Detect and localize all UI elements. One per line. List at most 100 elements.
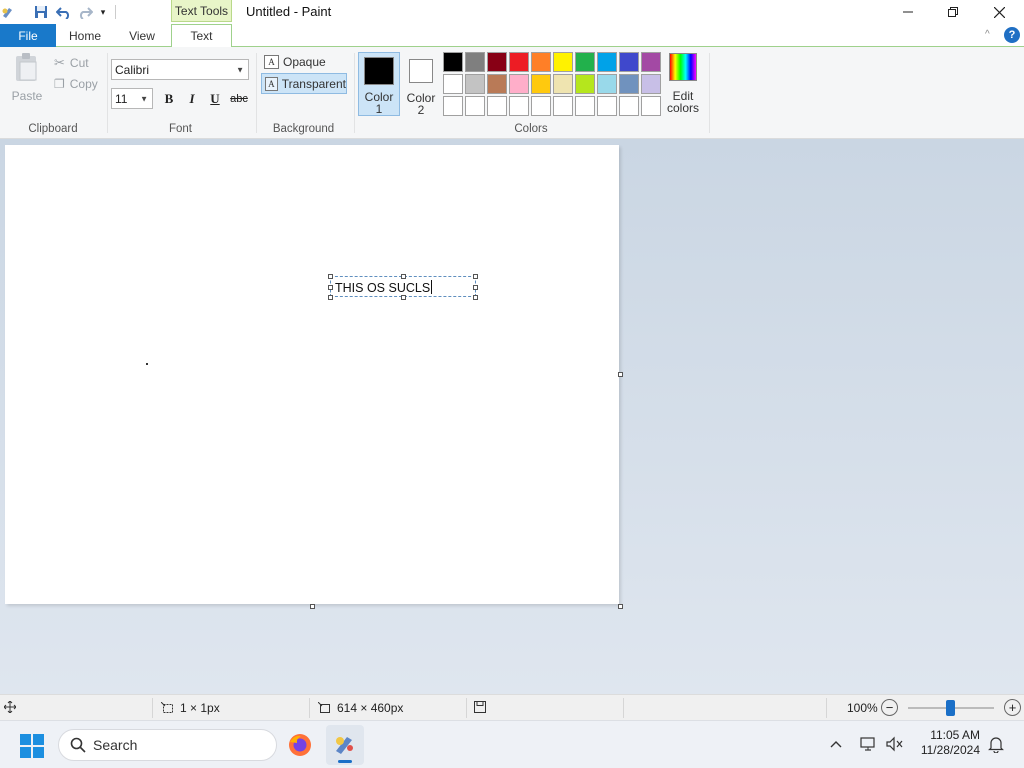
- start-button[interactable]: [20, 734, 44, 758]
- network-icon[interactable]: [860, 736, 878, 755]
- palette-swatch[interactable]: [465, 74, 485, 94]
- system-clock[interactable]: 11:05 AM 11/28/2024: [921, 728, 980, 758]
- color2-label: Color 2: [406, 91, 436, 117]
- font-size-dropdown[interactable]: 11 ▼: [111, 88, 153, 109]
- selection-size-icon: [161, 702, 173, 713]
- edit-colors-label: Edit colors: [666, 89, 699, 115]
- resize-handle[interactable]: [328, 285, 333, 290]
- palette-swatch[interactable]: [575, 96, 595, 116]
- strikethrough-button[interactable]: abc: [228, 90, 250, 108]
- color-spectrum-icon: [669, 53, 697, 81]
- paint-taskbar-button[interactable]: [326, 725, 364, 765]
- palette-swatch[interactable]: [641, 96, 661, 116]
- palette-swatch[interactable]: [597, 52, 617, 72]
- show-hidden-icons-chevron-icon[interactable]: [830, 737, 842, 751]
- minimize-ribbon-icon[interactable]: ^: [985, 29, 990, 40]
- zoom-slider-thumb[interactable]: [946, 700, 955, 716]
- color-palette: [442, 51, 662, 117]
- palette-swatch[interactable]: [619, 96, 639, 116]
- firefox-icon[interactable]: [288, 733, 312, 757]
- zoom-out-button[interactable]: −: [881, 699, 898, 716]
- canvas-resize-handle-corner[interactable]: [618, 604, 623, 609]
- paint-app-icon[interactable]: [0, 3, 16, 21]
- resize-handle[interactable]: [473, 285, 478, 290]
- save-icon[interactable]: [32, 3, 50, 21]
- resize-handle[interactable]: [401, 274, 406, 279]
- palette-swatch[interactable]: [443, 74, 463, 94]
- palette-swatch[interactable]: [641, 74, 661, 94]
- copy-button[interactable]: ❐ Copy: [54, 77, 98, 91]
- palette-swatch[interactable]: [465, 52, 485, 72]
- text-tools-context-label: Text Tools: [171, 0, 232, 22]
- text-entry-box[interactable]: THIS OS SUCLS: [328, 274, 478, 300]
- canvas-resize-handle-bottom[interactable]: [310, 604, 315, 609]
- font-family-value: Calibri: [115, 62, 150, 77]
- volume-muted-icon[interactable]: [886, 736, 904, 755]
- resize-handle[interactable]: [473, 295, 478, 300]
- palette-swatch[interactable]: [509, 96, 529, 116]
- tab-file[interactable]: File: [0, 24, 56, 47]
- file-size-icon: [474, 701, 486, 713]
- palette-swatch[interactable]: [597, 96, 617, 116]
- palette-swatch[interactable]: [597, 74, 617, 94]
- underline-button[interactable]: U: [205, 90, 225, 108]
- copy-label: Copy: [69, 77, 98, 91]
- edit-colors-button[interactable]: Edit colors: [666, 53, 700, 114]
- opaque-label: Opaque: [283, 54, 326, 69]
- resize-handle[interactable]: [328, 295, 333, 300]
- palette-swatch[interactable]: [509, 74, 529, 94]
- close-button[interactable]: [976, 0, 1022, 24]
- palette-swatch[interactable]: [553, 96, 573, 116]
- font-size-value: 11: [115, 91, 128, 106]
- palette-swatch[interactable]: [575, 52, 595, 72]
- paste-icon: [16, 53, 37, 81]
- maximize-button[interactable]: [930, 0, 976, 24]
- palette-swatch[interactable]: [531, 74, 551, 94]
- palette-swatch[interactable]: [553, 74, 573, 94]
- cut-button[interactable]: ✂ Cut: [54, 55, 89, 71]
- taskbar-search[interactable]: Search: [58, 729, 277, 761]
- transparent-icon: A: [265, 76, 278, 91]
- color1-button[interactable]: Color 1: [358, 52, 400, 116]
- drawing-canvas[interactable]: THIS OS SUCLS: [5, 145, 619, 604]
- palette-swatch[interactable]: [641, 52, 661, 72]
- palette-swatch[interactable]: [575, 74, 595, 94]
- resize-handle[interactable]: [473, 274, 478, 279]
- transparent-button[interactable]: A Transparent: [261, 73, 347, 94]
- palette-swatch[interactable]: [487, 52, 507, 72]
- palette-swatch[interactable]: [619, 52, 639, 72]
- palette-swatch[interactable]: [465, 96, 485, 116]
- palette-swatch[interactable]: [487, 74, 507, 94]
- redo-icon[interactable]: [76, 3, 94, 21]
- palette-swatch[interactable]: [531, 52, 551, 72]
- status-bar: 1 × 1px 614 × 460px 100% − +: [0, 694, 1024, 720]
- color2-button[interactable]: Color 2: [400, 52, 442, 116]
- resize-handle[interactable]: [328, 274, 333, 279]
- palette-swatch[interactable]: [443, 52, 463, 72]
- tab-home[interactable]: Home: [56, 24, 114, 47]
- paint-icon: [336, 737, 353, 754]
- font-family-dropdown[interactable]: Calibri ▼: [111, 59, 249, 80]
- zoom-in-button[interactable]: +: [1004, 699, 1021, 716]
- paste-button[interactable]: Paste: [10, 53, 44, 103]
- resize-handle[interactable]: [401, 295, 406, 300]
- palette-swatch[interactable]: [487, 96, 507, 116]
- palette-swatch[interactable]: [509, 52, 529, 72]
- canvas-workspace: THIS OS SUCLS: [0, 139, 1024, 694]
- italic-button[interactable]: I: [182, 90, 202, 108]
- customize-quick-access-icon[interactable]: ▾: [97, 3, 109, 21]
- opaque-button[interactable]: A Opaque: [261, 51, 347, 72]
- notification-bell-icon[interactable]: [988, 736, 1004, 756]
- palette-swatch[interactable]: [553, 52, 573, 72]
- quick-access-separator: [115, 5, 116, 19]
- palette-swatch[interactable]: [531, 96, 551, 116]
- tab-text[interactable]: Text: [171, 24, 232, 48]
- bold-button[interactable]: B: [159, 90, 179, 108]
- palette-swatch[interactable]: [619, 74, 639, 94]
- undo-icon[interactable]: [54, 3, 72, 21]
- minimize-button[interactable]: [885, 0, 931, 24]
- palette-swatch[interactable]: [443, 96, 463, 116]
- tab-view[interactable]: View: [114, 24, 170, 47]
- canvas-resize-handle-right[interactable]: [618, 372, 623, 377]
- help-icon[interactable]: ?: [1004, 27, 1020, 43]
